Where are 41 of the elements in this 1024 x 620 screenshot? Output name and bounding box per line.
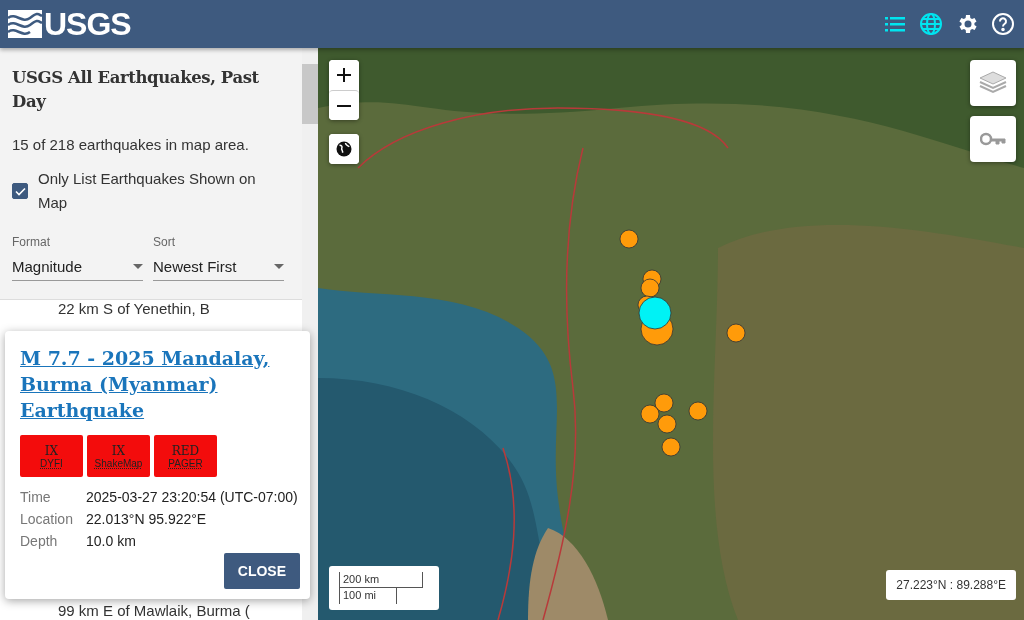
detail-label: Time (20, 489, 52, 505)
usgs-logo-icon (8, 10, 42, 38)
earthquake-title-link[interactable]: M 7.7 - 2025 Mandalay, Burma (Myanmar) Earthquake (20, 345, 300, 423)
legend-button[interactable] (970, 116, 1016, 162)
list-item[interactable]: 99 km E of Mawlaik, Burma ( (0, 602, 302, 620)
plus-icon (337, 68, 351, 82)
select-label: Format (12, 235, 51, 249)
impact-badge[interactable]: IX ShakeMap (87, 435, 150, 477)
zoom-in-button[interactable] (329, 60, 359, 90)
checkbox-label: Only List Earthquakes Shown on Map (38, 169, 257, 213)
map-button[interactable] (918, 11, 944, 37)
impact-badge[interactable]: RED PAGER (154, 435, 217, 477)
detail-label: Depth (20, 533, 59, 549)
select-label: Sort (153, 235, 176, 249)
caret-icon (274, 264, 284, 269)
usgs-logo-text: USGS (44, 5, 131, 43)
coordinates-readout: 27.223°N : 89.288°E (886, 570, 1016, 600)
detail-value: 2025-03-27 23:20:54 (UTC-07:00) (86, 489, 299, 505)
world-view-button[interactable] (329, 134, 359, 164)
key-icon (980, 132, 1006, 146)
help-icon (991, 12, 1015, 36)
minus-icon (337, 104, 351, 107)
help-button[interactable] (990, 11, 1016, 37)
detail-label: Location (20, 511, 74, 527)
close-button[interactable]: CLOSE (223, 553, 300, 589)
list-item[interactable]: 22 km S of Yenethin, B (0, 300, 302, 318)
checkbox[interactable] (12, 183, 28, 199)
globe-icon (335, 140, 353, 158)
scale-label: 100 mi (339, 588, 397, 604)
detail-value: 22.013°N 95.922°E (86, 511, 208, 527)
zoom-out-button[interactable] (329, 90, 359, 120)
scale-label: 200 km (339, 572, 423, 588)
globe-icon (919, 12, 943, 36)
impact-badge[interactable]: IX DYFI (20, 435, 83, 477)
earthquake-count: 15 of 218 earthquakes in map area. (12, 136, 250, 153)
dropdown-select[interactable]: Newest First (153, 253, 284, 281)
dropdown-select[interactable]: Magnitude (12, 253, 143, 281)
layers-icon (979, 70, 1007, 96)
detail-value: 10.0 km (86, 533, 137, 549)
feed-title: USGS All Earthquakes, Past Day (12, 67, 260, 113)
caret-icon (133, 264, 143, 269)
